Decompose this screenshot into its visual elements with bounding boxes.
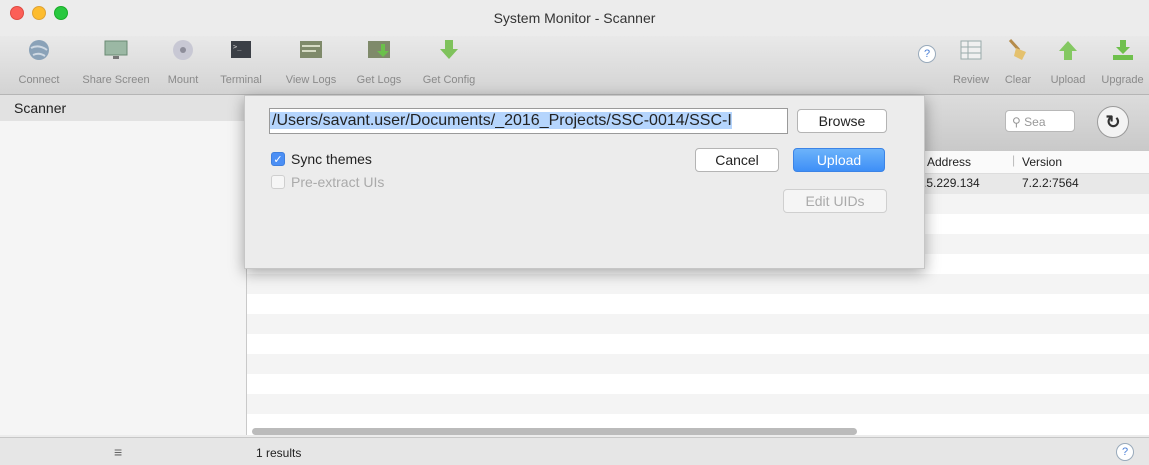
question-icon: ? bbox=[918, 45, 936, 63]
upgrade-button[interactable]: Upgrade bbox=[1096, 38, 1149, 90]
get-logs-button[interactable]: Get Logs bbox=[350, 38, 408, 90]
column-divider: | bbox=[1012, 153, 1016, 167]
browse-button[interactable]: Browse bbox=[797, 109, 887, 133]
pre-extract-label: Pre-extract UIs bbox=[291, 174, 385, 190]
view-logs-button[interactable]: View Logs bbox=[276, 38, 346, 90]
cancel-button[interactable]: Cancel bbox=[695, 148, 779, 172]
globe-icon bbox=[24, 38, 54, 62]
terminal-icon: >_ bbox=[226, 38, 256, 62]
cell-version: 7.2.2:7564 bbox=[1022, 176, 1079, 190]
share-screen-button[interactable]: Share Screen bbox=[76, 38, 156, 90]
status-help-button[interactable]: ? bbox=[1116, 443, 1134, 461]
cell-address: .5.229.134 bbox=[923, 176, 980, 190]
sidebar-item-label: Scanner bbox=[14, 100, 67, 116]
table-row-empty bbox=[247, 314, 1149, 334]
log-icon bbox=[296, 38, 326, 62]
path-field[interactable]: /Users/savant.user/Documents/_2016_Proje… bbox=[269, 108, 788, 134]
screen-icon bbox=[101, 38, 131, 62]
sync-themes-label: Sync themes bbox=[291, 151, 372, 167]
checkbox-empty-icon bbox=[271, 175, 285, 189]
upload-dialog: /Users/savant.user/Documents/_2016_Proje… bbox=[244, 95, 925, 269]
log-download-icon bbox=[364, 38, 394, 62]
status-bar: ≡ 1 results ? bbox=[0, 437, 1149, 465]
terminal-button[interactable]: >_ Terminal bbox=[216, 38, 266, 90]
svg-text:>_: >_ bbox=[233, 43, 242, 51]
table-row-empty bbox=[247, 274, 1149, 294]
mount-button[interactable]: Mount bbox=[160, 38, 206, 90]
download-arrow-icon bbox=[434, 38, 464, 62]
connect-button[interactable]: Connect bbox=[14, 38, 64, 90]
results-count: 1 results bbox=[256, 446, 302, 460]
table-icon bbox=[956, 38, 986, 62]
get-config-button[interactable]: Get Config bbox=[414, 38, 484, 90]
review-button[interactable]: Review bbox=[948, 38, 994, 90]
sidebar-item-scanner[interactable]: Scanner bbox=[0, 95, 246, 121]
toolbar: Connect Share Screen Mount >_ Terminal V… bbox=[0, 36, 1149, 95]
disk-icon bbox=[168, 38, 198, 62]
column-header-version[interactable]: Version bbox=[1022, 155, 1062, 169]
table-row-empty bbox=[247, 394, 1149, 414]
table-row-empty bbox=[247, 334, 1149, 354]
table-row-empty bbox=[247, 354, 1149, 374]
path-text: /Users/savant.user/Documents/_2016_Proje… bbox=[270, 112, 732, 129]
column-header-address[interactable]: Address bbox=[927, 155, 971, 169]
question-icon: ? bbox=[1116, 443, 1134, 461]
search-icon: ⚲ bbox=[1012, 115, 1021, 129]
title-bar: System Monitor - Scanner bbox=[0, 0, 1149, 36]
help-button[interactable]: ? bbox=[918, 45, 936, 63]
broom-icon bbox=[1003, 38, 1033, 62]
upgrade-icon bbox=[1108, 38, 1138, 62]
table-row-empty bbox=[247, 374, 1149, 394]
upload-arrow-icon bbox=[1053, 38, 1083, 62]
pre-extract-checkbox: Pre-extract UIs bbox=[271, 174, 384, 190]
checkmark-icon: ✓ bbox=[271, 152, 285, 166]
upload-button[interactable]: Upload bbox=[1044, 38, 1092, 90]
add-list-icon[interactable]: ≡ bbox=[114, 444, 122, 460]
table-row-empty bbox=[247, 294, 1149, 314]
upload-confirm-button[interactable]: Upload bbox=[793, 148, 885, 172]
sidebar: Scanner bbox=[0, 95, 247, 435]
clear-button[interactable]: Clear bbox=[998, 38, 1038, 90]
horizontal-scrollbar[interactable] bbox=[252, 428, 857, 435]
window-title: System Monitor - Scanner bbox=[493, 10, 656, 26]
refresh-button[interactable]: ↻ bbox=[1097, 106, 1129, 138]
search-input[interactable]: ⚲ Sea bbox=[1005, 110, 1075, 132]
edit-uids-button: Edit UIDs bbox=[783, 189, 887, 213]
sync-themes-checkbox[interactable]: ✓ Sync themes bbox=[271, 151, 372, 167]
refresh-icon: ↻ bbox=[1105, 111, 1121, 132]
